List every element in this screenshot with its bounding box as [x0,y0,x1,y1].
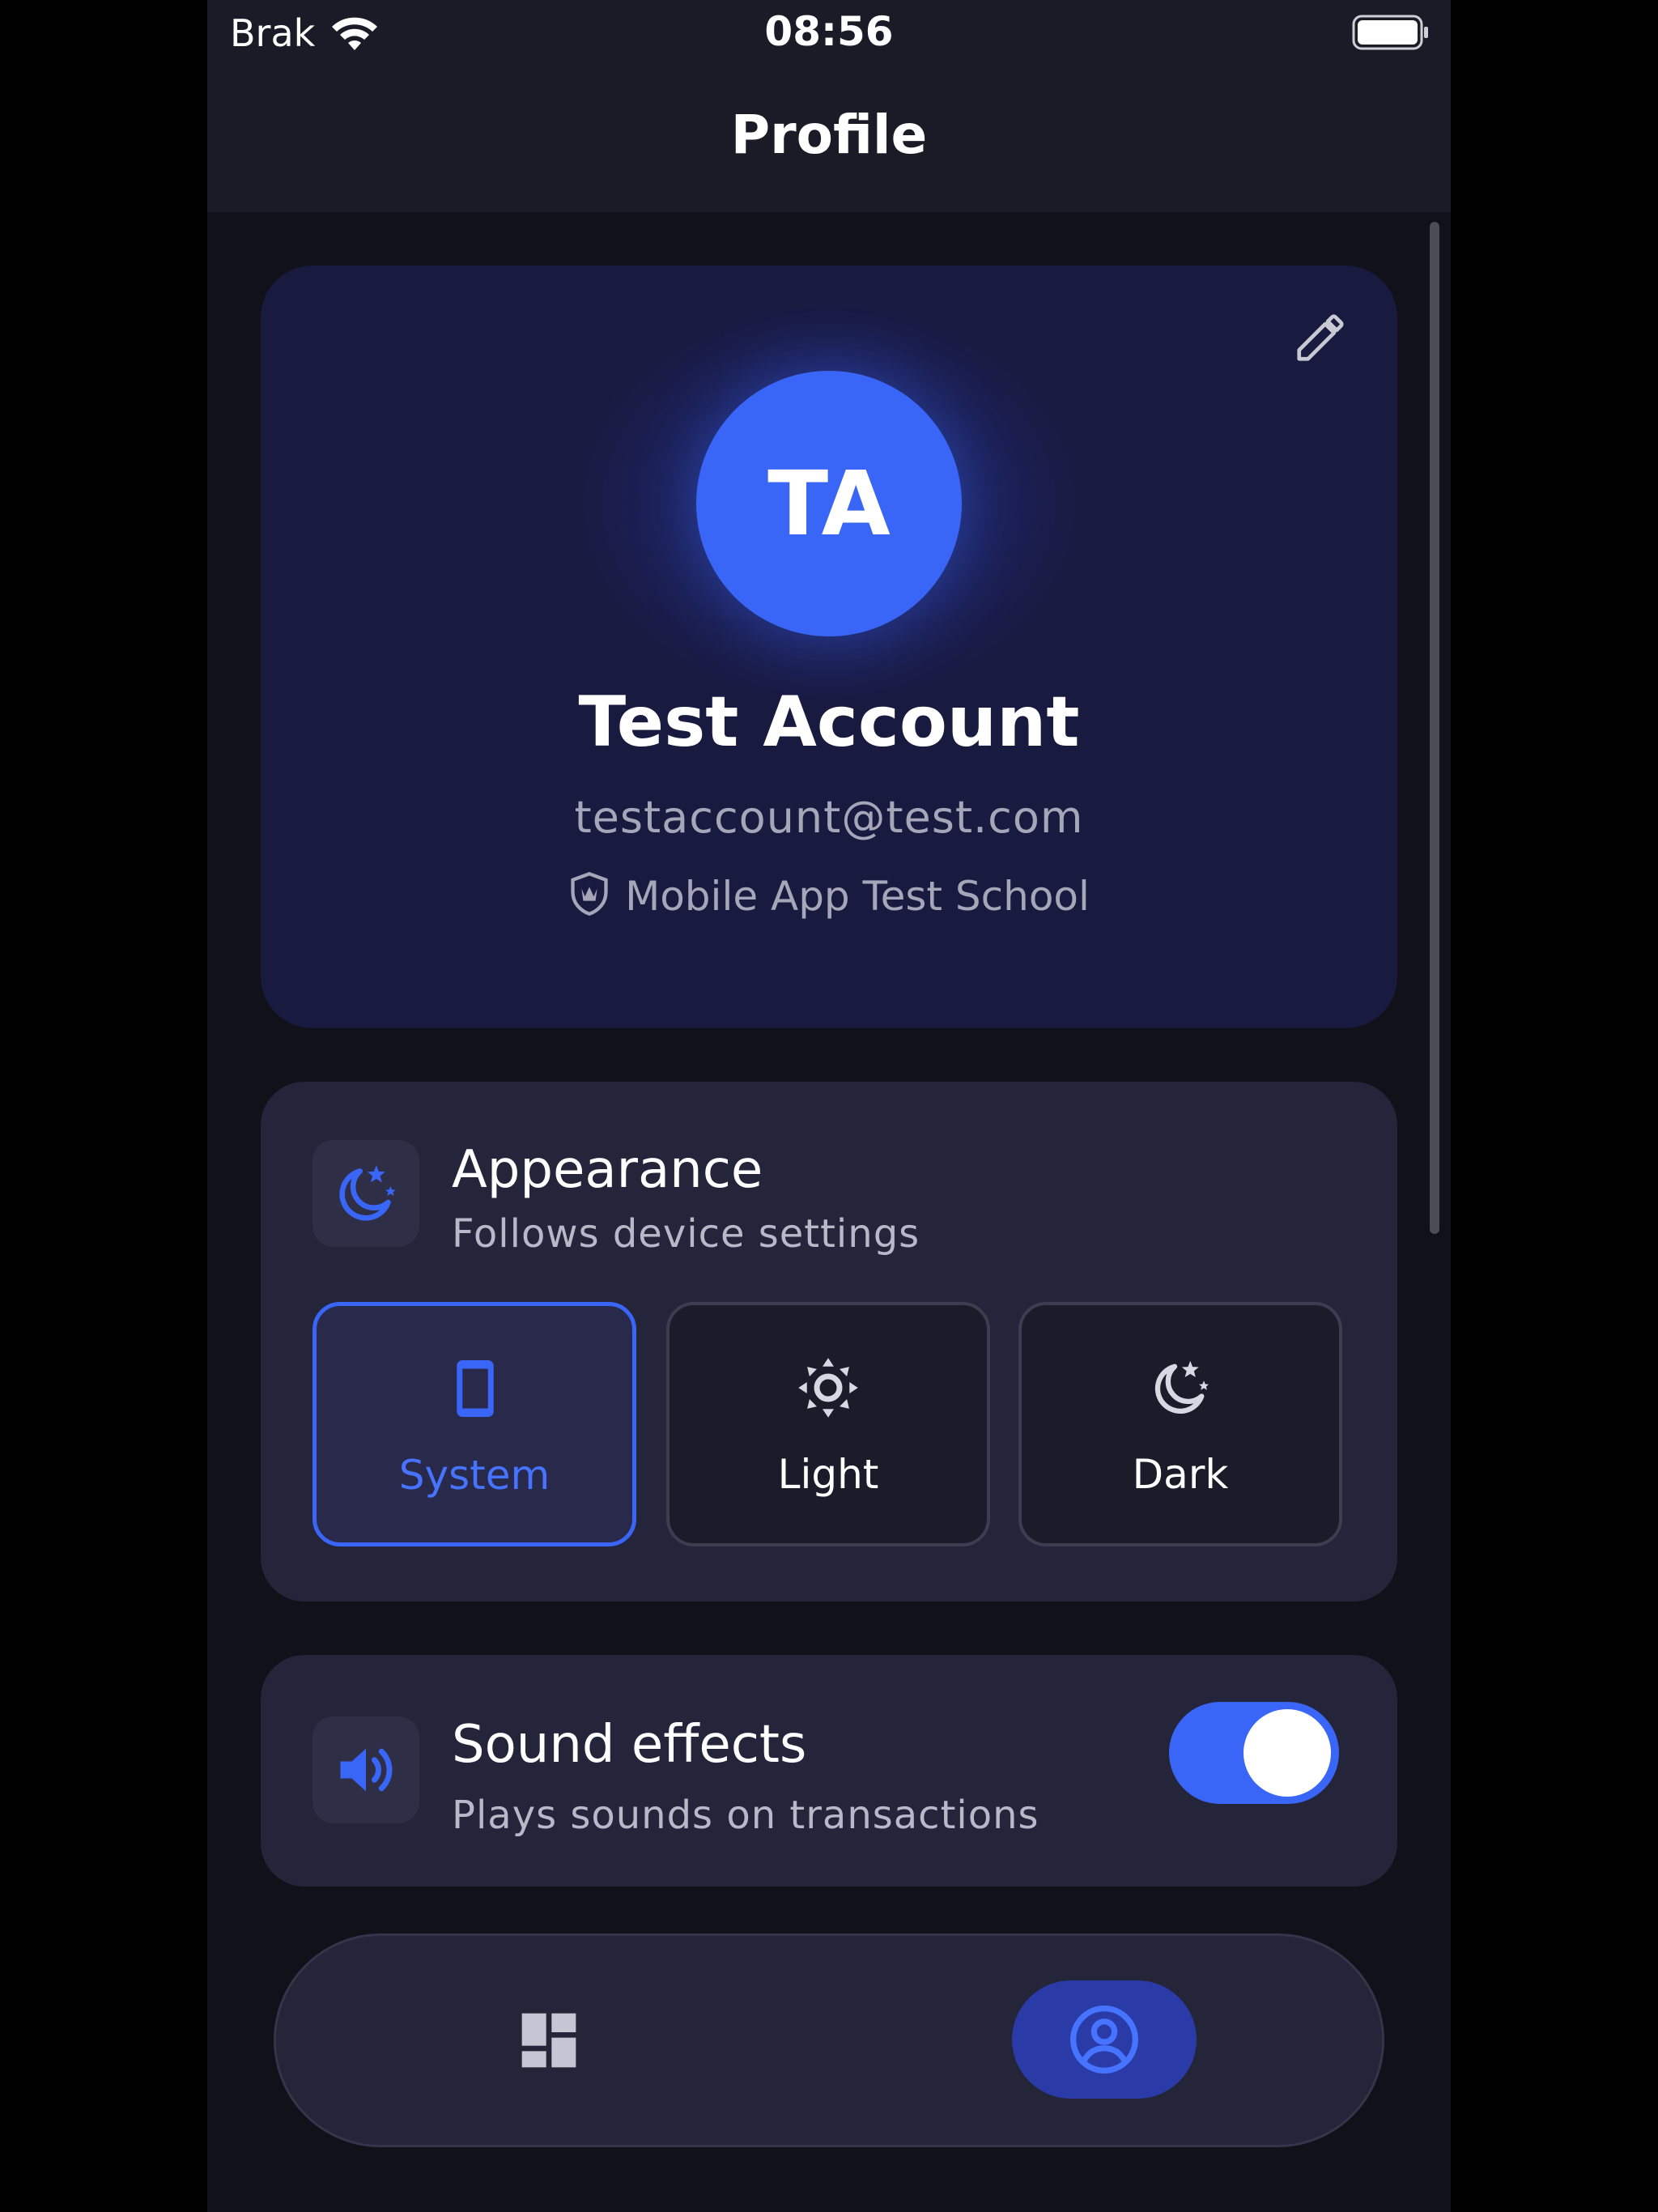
profile-icon [1070,2006,1138,2074]
moon-stars-icon [1154,1360,1209,1414]
mode-label-dark: Dark [1132,1451,1229,1498]
bottom-nav [274,1933,1384,2147]
sound-icon-box [312,1716,419,1823]
dashboard-icon[interactable] [517,2008,581,2073]
pencil-icon[interactable] [1292,309,1349,366]
appearance-icon-box [312,1140,419,1247]
sound-title: Sound effects [452,1715,807,1775]
scrollbar[interactable] [1430,222,1439,1234]
profile-name: Test Account [578,682,1080,763]
school-name: Mobile App Test School [625,873,1090,920]
phone-icon [457,1360,494,1417]
mode-label-system: System [398,1452,551,1499]
moon-stars-icon [339,1165,396,1221]
sound-subtitle: Plays sounds on transactions [452,1793,1039,1838]
appearance-title: Appearance [452,1140,763,1200]
mode-option-system[interactable]: System [312,1302,636,1546]
shield-icon [571,871,608,917]
mode-option-light[interactable]: Light [666,1302,990,1546]
school-row: Mobile App Test School [261,871,1397,920]
mode-label-light: Light [777,1451,879,1498]
battery-icon [1352,15,1428,50]
sun-icon [798,1358,858,1418]
avatar: TA [696,371,962,636]
page-title: Profile [730,104,928,166]
mode-option-dark[interactable]: Dark [1018,1302,1342,1546]
top-bar: Brak 08:56 Profile [207,0,1451,212]
phone-screen: Brak 08:56 Profile TA Test Account testa… [207,0,1451,2212]
sound-toggle[interactable] [1169,1702,1339,1804]
speaker-icon [340,1748,393,1792]
toggle-knob [1244,1709,1331,1797]
avatar-initials: TA [767,452,891,555]
nav-profile-tab[interactable] [1012,1980,1197,2099]
clock: 08:56 [764,8,894,55]
appearance-subtitle: Follows device settings [452,1211,920,1257]
profile-email: testaccount@test.com [574,792,1084,843]
